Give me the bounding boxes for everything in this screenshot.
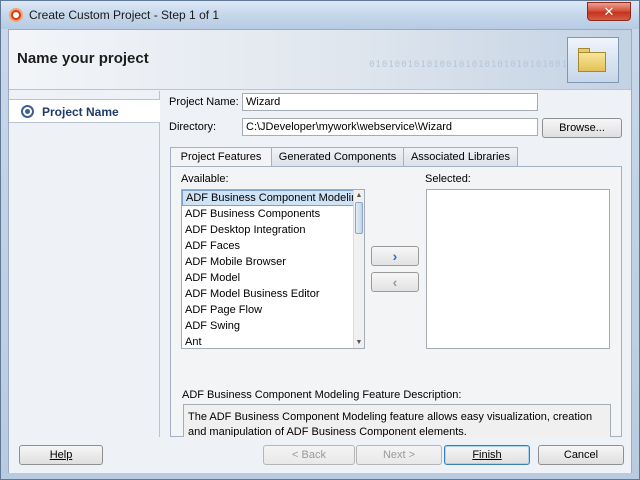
selected-features-list[interactable] <box>426 189 610 349</box>
selected-label: Selected: <box>425 173 471 185</box>
available-features-list[interactable]: ADF Business Component Modeling ADF Busin… <box>181 189 365 349</box>
title-bar[interactable]: Create Custom Project - Step 1 of 1 ✕ <box>1 1 639 29</box>
folder-icon <box>567 37 619 83</box>
wizard-header: Name your project 0101001010100101010101… <box>9 30 631 90</box>
page-title: Name your project <box>17 50 149 67</box>
dialog-footer: Help < Back Next > Finish Cancel <box>9 437 631 473</box>
list-item[interactable]: ADF Page Flow <box>182 302 364 318</box>
help-button[interactable]: Help <box>19 445 103 465</box>
scroll-up-arrow-icon[interactable]: ▲ <box>355 191 363 200</box>
list-item[interactable]: ADF Business Components <box>182 206 364 222</box>
dialog-window: Create Custom Project - Step 1 of 1 ✕ Na… <box>0 0 640 480</box>
scroll-down-arrow-icon[interactable]: ▼ <box>355 338 363 347</box>
list-item[interactable]: ADF Model Business Editor <box>182 286 364 302</box>
project-name-input[interactable] <box>242 93 538 111</box>
sidebar-item-label: Project Name <box>42 105 119 119</box>
list-item[interactable]: ADF Faces <box>182 238 364 254</box>
oracle-app-icon <box>9 8 23 22</box>
list-item[interactable]: ADF Business Component Modeling <box>182 190 364 206</box>
help-button-label: Help <box>49 449 73 461</box>
cancel-button[interactable]: Cancel <box>538 445 624 465</box>
list-item[interactable]: ADF Desktop Integration <box>182 222 364 238</box>
dialog-content: Name your project 0101001010100101010101… <box>8 29 632 473</box>
list-item[interactable]: ADF Mobile Browser <box>182 254 364 270</box>
project-name-label: Project Name: <box>169 96 239 108</box>
list-item[interactable]: ADF Swing <box>182 318 364 334</box>
scroll-thumb[interactable] <box>355 202 363 234</box>
remove-feature-button[interactable]: ‹ <box>371 272 419 292</box>
add-feature-button[interactable]: › <box>371 246 419 266</box>
next-button[interactable]: Next > <box>356 445 442 465</box>
project-features-panel: Available: Selected: ADF Business Compon… <box>170 166 622 454</box>
sidebar-item-project-name[interactable]: Project Name <box>9 99 160 123</box>
list-item[interactable]: ADF Model <box>182 270 364 286</box>
tab-project-features[interactable]: Project Features <box>170 147 272 167</box>
tab-generated-components[interactable]: Generated Components <box>271 147 404 166</box>
radio-target-icon <box>21 105 34 118</box>
browse-button[interactable]: Browse... <box>542 118 622 138</box>
list-item[interactable]: Ant <box>182 334 364 348</box>
close-button[interactable]: ✕ <box>587 2 631 21</box>
finish-button-label: Finish <box>472 449 502 461</box>
available-list-scrollbar[interactable]: ▲ ▼ <box>353 190 364 348</box>
directory-input[interactable] <box>242 118 538 136</box>
available-label: Available: <box>181 173 229 185</box>
directory-label: Directory: <box>169 121 217 133</box>
window-title: Create Custom Project - Step 1 of 1 <box>29 8 220 22</box>
back-button[interactable]: < Back <box>263 445 355 465</box>
description-label: ADF Business Component Modeling Feature … <box>182 389 462 401</box>
tab-associated-libraries[interactable]: Associated Libraries <box>403 147 518 166</box>
header-binary-decoration: 0101001010100101010101010101001 <box>369 60 568 70</box>
wizard-sidebar: Project Name <box>9 91 160 437</box>
finish-button[interactable]: Finish <box>444 445 530 465</box>
